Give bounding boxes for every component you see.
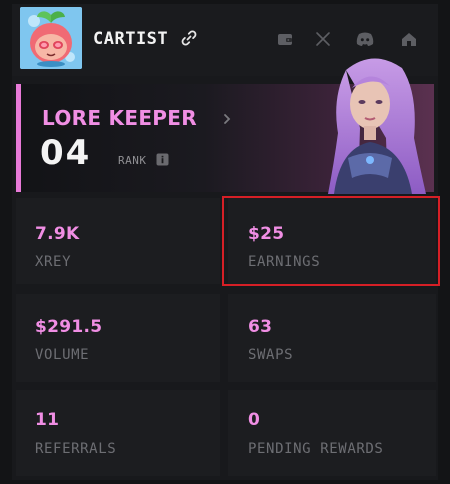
stat-value-xrey: 7.9K bbox=[35, 224, 80, 244]
x-icon[interactable] bbox=[314, 30, 332, 48]
info-icon[interactable] bbox=[156, 153, 169, 166]
home-icon[interactable] bbox=[400, 30, 418, 48]
stat-value-referrals: 11 bbox=[35, 410, 60, 430]
character-portrait bbox=[328, 58, 426, 194]
avatar-image bbox=[20, 7, 82, 69]
earnings-highlight-box bbox=[222, 196, 440, 286]
stat-label-pending-rewards: PENDING REWARDS bbox=[248, 441, 384, 457]
rank-accent-bar bbox=[16, 84, 21, 192]
stat-label-referrals: REFERRALS bbox=[35, 441, 117, 457]
stat-card-referrals[interactable] bbox=[16, 390, 220, 476]
stat-card-swaps[interactable] bbox=[228, 294, 436, 382]
stat-label-volume: VOLUME bbox=[35, 347, 90, 363]
username: CARTIST bbox=[93, 29, 169, 49]
stat-value-pending-rewards: 0 bbox=[248, 410, 261, 430]
link-icon[interactable] bbox=[180, 29, 198, 47]
stat-value-swaps: 63 bbox=[248, 317, 273, 337]
stat-label-xrey: XREY bbox=[35, 254, 72, 270]
stat-label-swaps: SWAPS bbox=[248, 347, 294, 363]
rank-number: 04 bbox=[40, 133, 92, 173]
stat-value-volume: $291.5 bbox=[35, 317, 103, 337]
rank-title[interactable]: LORE KEEPER bbox=[42, 106, 197, 130]
discord-icon[interactable] bbox=[355, 30, 375, 48]
rank-label: RANK bbox=[118, 154, 147, 167]
avatar[interactable] bbox=[20, 7, 82, 69]
chevron-right-icon[interactable] bbox=[222, 113, 232, 125]
stat-card-volume[interactable] bbox=[16, 294, 220, 382]
wallet-icon[interactable] bbox=[276, 30, 294, 48]
stat-card-pending-rewards[interactable] bbox=[228, 390, 436, 476]
